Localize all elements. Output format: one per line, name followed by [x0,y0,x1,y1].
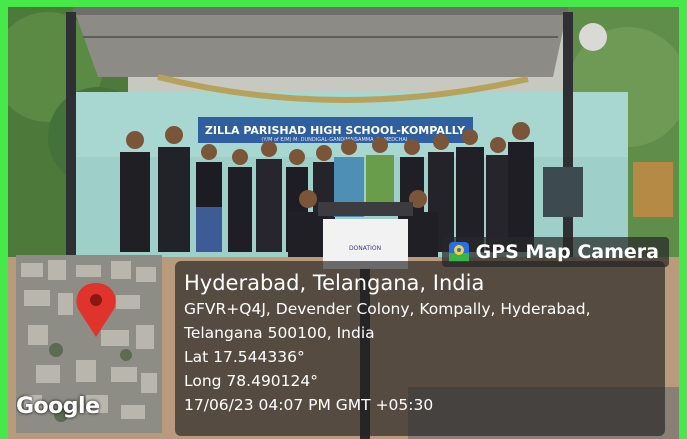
gps-map-camera-icon [448,242,469,262]
latitude-readout: Lat 17.544336° [184,348,305,366]
shed-pole-left [66,12,76,257]
address-line-2: Telangana 500100, India [184,324,375,342]
green-frame: ZILLA PARISHAD HIGH SCHOOL-KOMPALLY (Y/M… [0,0,687,439]
placard-text: DONATION [349,245,381,252]
wall-portrait [633,162,673,217]
gps-camera-label: GPS Map Camera [475,241,659,263]
longitude-readout: Long 78.490124° [184,372,319,390]
school-banner-title: ZILLA PARISHAD HIGH SCHOOL-KOMPALLY [205,124,466,137]
location-title: Hyderabad, Telangana, India [184,271,485,295]
timestamp: 17/06/23 04:07 PM GMT +05:30 [184,396,434,414]
google-logo: Google [16,394,100,419]
address-line-1: GFVR+Q4J, Devender Colony, Kompally, Hyd… [184,300,591,318]
shed-pole-right [563,12,573,262]
shed-roof [73,7,568,77]
loudspeaker [579,23,607,51]
satellite-map-thumbnail: Google [16,255,162,433]
gps-info-panel: Hyderabad, Telangana, India GFVR+Q4J, De… [175,261,665,436]
